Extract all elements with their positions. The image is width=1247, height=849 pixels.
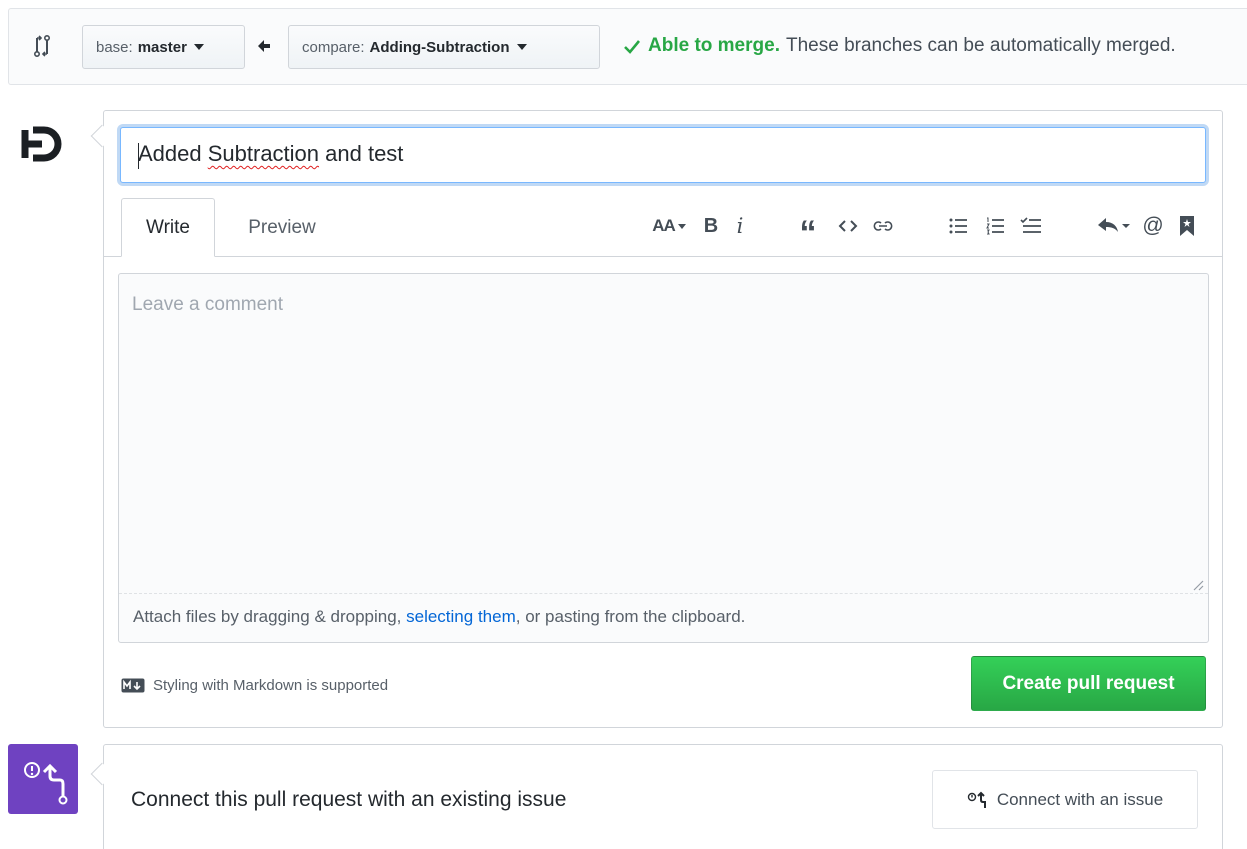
ordered-list-icon[interactable]	[983, 214, 1007, 238]
attach-files-hint: Attach files by dragging & dropping, sel…	[133, 607, 745, 627]
reply-icon[interactable]	[1095, 214, 1135, 238]
tab-write[interactable]: Write	[121, 198, 215, 257]
task-list-icon[interactable]	[1018, 214, 1044, 238]
attach-text-after: , or pasting from the clipboard.	[515, 607, 746, 626]
merge-detail-text: These branches can be automatically merg…	[785, 35, 1176, 56]
header-text-icon[interactable]: AA	[647, 214, 691, 238]
select-files-link[interactable]: selecting them	[406, 607, 516, 626]
chevron-down-icon	[516, 44, 527, 50]
chevron-down-icon	[677, 223, 686, 229]
link-icon[interactable]	[870, 214, 896, 238]
merge-ok-text: Able to merge.	[648, 35, 780, 56]
base-branch-prefix: base:	[96, 38, 133, 56]
drop-zone-divider	[119, 593, 1208, 594]
quote-icon[interactable]: “	[795, 214, 821, 252]
connect-issue-button[interactable]: Connect with an issue	[932, 770, 1198, 829]
base-branch-select[interactable]: base: master	[82, 25, 245, 69]
user-avatar[interactable]	[20, 124, 66, 164]
markdown-icon	[121, 678, 145, 693]
issue-reopened-icon	[967, 791, 986, 808]
markdown-note[interactable]: Styling with Markdown is supported	[121, 677, 388, 694]
compare-branch-select[interactable]: compare: Adding-Subtraction	[288, 25, 600, 69]
italic-icon[interactable]: i	[730, 214, 750, 238]
saved-reply-bookmark-icon[interactable]	[1176, 214, 1198, 238]
bold-icon[interactable]: B	[700, 214, 722, 238]
header-text-label: AA	[652, 216, 676, 235]
issue-link-icon	[24, 762, 68, 805]
connect-issue-title: Connect this pull request with an existi…	[131, 788, 567, 811]
markdown-note-text: Styling with Markdown is supported	[153, 677, 389, 694]
compare-range-bar: base: master compare: Adding-Subtraction…	[8, 8, 1247, 85]
comment-placeholder: Leave a comment	[132, 294, 284, 315]
tab-preview[interactable]: Preview	[227, 198, 337, 257]
compare-branch-prefix: compare:	[302, 38, 365, 56]
create-pull-request-button[interactable]: Create pull request	[971, 656, 1206, 711]
text-cursor	[138, 143, 139, 169]
compare-branch-name: Adding-Subtraction	[369, 38, 510, 56]
comment-textarea[interactable]	[118, 273, 1209, 643]
merge-status: Able to merge. These branches can be aut…	[623, 35, 1176, 57]
git-compare-icon	[33, 35, 50, 57]
base-branch-name: master	[137, 38, 187, 56]
resize-handle-icon[interactable]	[1190, 577, 1204, 591]
connect-issue-label: Connect with an issue	[996, 789, 1164, 809]
unordered-list-icon[interactable]	[946, 214, 970, 238]
arrow-left-icon	[258, 40, 270, 52]
check-icon	[624, 40, 641, 54]
chevron-down-icon	[193, 44, 204, 50]
issue-badge	[8, 744, 78, 814]
attach-text-before: Attach files by dragging & dropping,	[133, 607, 407, 626]
code-icon[interactable]	[836, 214, 860, 238]
pr-title-input[interactable]	[120, 127, 1206, 183]
mention-icon[interactable]: @	[1140, 214, 1166, 238]
